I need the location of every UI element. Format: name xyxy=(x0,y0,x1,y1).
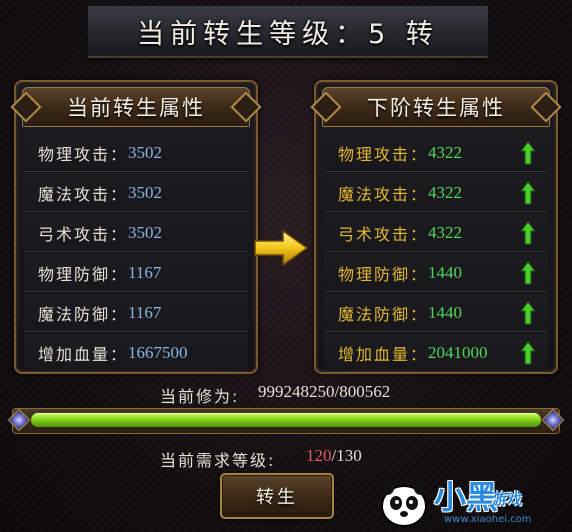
green-up-arrow-icon xyxy=(520,261,536,285)
required-level-label: 当前需求等级: xyxy=(160,451,276,470)
attribute-row-physical-attack: 物理攻击： 4322 xyxy=(324,134,548,172)
cultivation-progress-bar xyxy=(7,408,565,434)
attribute-value: 1440 xyxy=(428,302,463,322)
watermark-sub: 游戏 xyxy=(492,490,523,508)
current-attributes-list: 物理攻击： 3502 魔法攻击： 3502 弓术攻击： 3502 物理防御： 1… xyxy=(24,134,248,374)
attribute-value: 2041000 xyxy=(428,342,488,362)
watermark: 小黑 游戏 www.xiaohei.com xyxy=(374,470,570,530)
attribute-row-magic-defense: 魔法防御： 1440 xyxy=(324,294,548,332)
attribute-label: 魔法防御： xyxy=(38,304,129,324)
attribute-label: 物理攻击： xyxy=(338,144,429,164)
cultivation-value: 999248250/800562 xyxy=(258,382,391,401)
watermark-brand: 小黑 xyxy=(434,478,499,516)
cultivation-label: 当前修为: xyxy=(160,387,240,406)
attribute-value: 1167 xyxy=(128,262,162,282)
attribute-row-archery-attack: 弓术攻击： 3502 xyxy=(24,214,248,252)
green-up-arrow-icon xyxy=(520,141,536,165)
next-attributes-header: 下阶转生属性 xyxy=(322,87,550,127)
attribute-label: 物理攻击： xyxy=(38,144,129,164)
next-attributes-panel: 下阶转生属性 物理攻击： 4322 魔法攻击： 4322 弓术攻击： 4322 … xyxy=(314,80,558,374)
rebirth-level-title: 当前转生等级：5 转 xyxy=(137,18,439,50)
attribute-label: 物理防御： xyxy=(338,264,429,284)
panda-mascot-icon xyxy=(380,481,428,527)
attribute-value: 1440 xyxy=(428,262,463,282)
title-bar: 当前转生等级：5 转 xyxy=(88,6,488,58)
attribute-value: 1667500 xyxy=(128,342,188,362)
green-up-arrow-icon xyxy=(520,181,536,205)
rebirth-button-label: 转生 xyxy=(256,487,298,508)
attribute-row-magic-attack: 魔法攻击： 4322 xyxy=(324,174,548,212)
attribute-row-physical-attack: 物理攻击： 3502 xyxy=(24,134,248,172)
rebirth-button[interactable]: 转生 xyxy=(220,473,334,519)
right-arrow-icon xyxy=(254,229,309,267)
attribute-value: 4322 xyxy=(428,182,463,202)
attribute-label: 弓术攻击： xyxy=(338,224,429,244)
attribute-row-physical-defense: 物理防御： 1440 xyxy=(324,254,548,292)
watermark-url: www.xiaohei.com xyxy=(444,514,532,525)
gem-ornament-icon xyxy=(541,408,565,432)
attribute-label: 魔法攻击： xyxy=(338,184,429,204)
attribute-value: 1167 xyxy=(128,302,162,322)
current-attributes-panel: 当前转生属性 物理攻击： 3502 魔法攻击： 3502 弓术攻击： 3502 … xyxy=(14,80,258,374)
current-attributes-title: 当前转生属性 xyxy=(67,96,205,120)
current-level: 120 xyxy=(306,446,332,465)
target-level: 130 xyxy=(336,446,362,465)
attribute-row-magic-defense: 魔法防御： 1167 xyxy=(24,294,248,332)
next-attributes-title: 下阶转生属性 xyxy=(367,96,505,120)
green-up-arrow-icon xyxy=(520,301,536,325)
current-attributes-header: 当前转生属性 xyxy=(22,87,250,127)
gem-ornament-icon xyxy=(7,408,31,432)
attribute-label: 魔法攻击： xyxy=(38,184,129,204)
attribute-row-archery-attack: 弓术攻击： 4322 xyxy=(324,214,548,252)
progress-track xyxy=(31,413,541,427)
attribute-row-magic-attack: 魔法攻击： 3502 xyxy=(24,174,248,212)
progress-fill xyxy=(31,413,541,427)
next-attributes-list: 物理攻击： 4322 魔法攻击： 4322 弓术攻击： 4322 物理防御： 1… xyxy=(324,134,548,374)
attribute-row-bonus-hp: 增加血量： 2041000 xyxy=(324,334,548,372)
attribute-label: 增加血量： xyxy=(338,344,429,364)
attribute-value: 3502 xyxy=(128,142,163,162)
attribute-label: 弓术攻击： xyxy=(38,224,129,244)
attribute-label: 物理防御： xyxy=(38,264,129,284)
attribute-value: 4322 xyxy=(428,142,463,162)
attribute-value: 3502 xyxy=(128,222,163,242)
green-up-arrow-icon xyxy=(520,221,536,245)
attribute-value: 4322 xyxy=(428,222,463,242)
attribute-label: 增加血量： xyxy=(38,344,129,364)
attribute-row-bonus-hp: 增加血量： 1667500 xyxy=(24,334,248,372)
required-level-value: 120/130 xyxy=(306,446,362,466)
attribute-row-physical-defense: 物理防御： 1167 xyxy=(24,254,248,292)
green-up-arrow-icon xyxy=(520,341,536,365)
attribute-value: 3502 xyxy=(128,182,163,202)
rebirth-window: 当前转生等级：5 转 当前转生属性 物理攻击： 3502 魔法攻击： 3502 … xyxy=(0,0,572,532)
attribute-label: 魔法防御： xyxy=(338,304,429,324)
